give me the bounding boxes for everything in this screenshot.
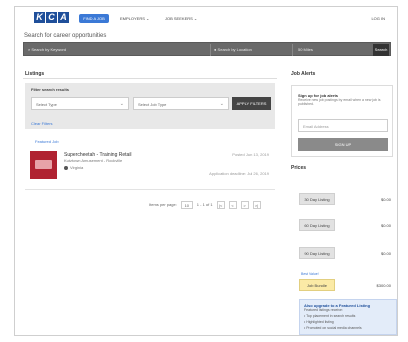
job-location-text: Virginia <box>70 165 84 170</box>
type-select-value: Select Type <box>36 102 57 107</box>
search-icon: ⌕ <box>28 47 31 52</box>
search-location-placeholder: Search by Location <box>217 47 252 52</box>
company-logo <box>30 151 57 179</box>
nav-find-job[interactable]: FIND A JOB <box>79 14 109 23</box>
price-option-button-highlighted[interactable]: Job Bundle <box>299 279 335 291</box>
page-frame: K C A FIND A JOB EMPLOYERS ⌄ JOB SEEKERS… <box>14 6 398 336</box>
price-option-button[interactable]: 60 Day Listing <box>299 219 335 231</box>
search-title: Search for career opportunities <box>24 33 107 39</box>
pagination: Items per page: 10 1 - 1 of 1 |< < > >| <box>149 200 265 209</box>
last-page-button[interactable]: >| <box>252 200 261 209</box>
search-location-field[interactable]: ● Search by Location <box>214 47 252 52</box>
price-option-button[interactable]: 30 Day Listing <box>299 193 335 205</box>
sign-up-button[interactable]: SIGN UP <box>298 138 388 151</box>
search-keyword-field[interactable]: ⌕ Search by Keyword <box>28 47 66 52</box>
type-select[interactable]: Select Type ⌄ <box>31 97 129 110</box>
job-date: Posted Jun 13, 2019 <box>232 152 269 157</box>
per-page-label: Items per page: <box>149 202 177 207</box>
upgrade-item: • Promoted on social media channels <box>304 326 362 330</box>
upgrade-item-text: Top placement in search results <box>306 314 356 318</box>
email-field[interactable]: Email Address <box>298 119 388 132</box>
nav-employers[interactable]: EMPLOYERS ⌄ <box>120 16 149 21</box>
first-page-button[interactable]: |< <box>216 200 225 209</box>
nav-job-seekers[interactable]: JOB SEEKERS ⌄ <box>165 16 197 21</box>
search-divider <box>210 44 211 56</box>
location-pin-icon: ● <box>214 47 217 52</box>
chevron-down-icon: ⌄ <box>119 101 124 107</box>
price-value: $0.00 <box>380 197 391 202</box>
logo-letter: K <box>34 12 45 23</box>
search-bar: ⌕ Search by Keyword ● Search by Location… <box>23 42 391 56</box>
price-row: 90 Day Listing $0.00 <box>299 247 395 259</box>
job-alerts-text: Receive new job postings by email when a… <box>298 98 381 106</box>
job-type-select[interactable]: Select Job Type ⌄ <box>133 97 229 110</box>
featured-job-link[interactable]: Featured Job <box>35 139 59 144</box>
job-type-select-value: Select Job Type <box>138 102 167 107</box>
location-pin-icon <box>64 166 68 170</box>
price-value: $300.00 <box>376 283 391 288</box>
chevron-down-icon: ⌄ <box>193 16 198 21</box>
nav-login[interactable]: LOG IN <box>371 16 385 21</box>
price-value: $0.00 <box>380 251 391 256</box>
search-distance-select[interactable]: 50 Miles <box>298 47 313 52</box>
prev-page-button[interactable]: < <box>228 200 237 209</box>
upgrade-item-text: Promoted on social media channels <box>306 326 362 330</box>
apply-filters-button[interactable]: APPLY FILTERS <box>232 97 271 110</box>
search-divider <box>292 44 293 56</box>
filter-title: Filter search results <box>31 87 70 92</box>
search-button[interactable]: Search <box>373 44 389 56</box>
logo-letter: C <box>46 12 57 23</box>
price-option-button[interactable]: 90 Day Listing <box>299 247 335 259</box>
kca-logo[interactable]: K C A <box>34 12 70 23</box>
job-listing-card[interactable]: Supercheetah - Training Retail Kutztown … <box>25 147 275 187</box>
job-location: Virginia <box>64 165 83 170</box>
job-alerts-box: Sign up for job alerts Receive new job p… <box>291 85 393 157</box>
price-row: Job Bundle $300.00 <box>299 279 395 291</box>
price-value: $0.00 <box>380 223 391 228</box>
logo-letter: A <box>58 12 69 23</box>
job-company: Kutztown Amusement - Rockville <box>64 158 123 163</box>
upgrade-item: • Top placement in search results <box>304 314 356 318</box>
upgrade-item-text: Highlighted listing <box>306 320 334 324</box>
divider <box>23 78 277 79</box>
prices-header: Prices <box>291 165 307 171</box>
price-row: 60 Day Listing $0.00 <box>299 219 395 231</box>
best-value-label: Best Value! <box>301 272 319 276</box>
listings-header: Listings <box>25 71 45 77</box>
upgrade-box: Also upgrade to a Featured Listing Featu… <box>299 299 397 335</box>
next-page-button[interactable]: > <box>240 200 249 209</box>
top-nav: K C A FIND A JOB EMPLOYERS ⌄ JOB SEEKERS… <box>15 7 397 29</box>
search-keyword-placeholder: Search by Keyword <box>31 47 67 52</box>
divider <box>25 189 275 190</box>
nav-job-seekers-label: JOB SEEKERS <box>165 16 193 21</box>
per-page-select[interactable]: 10 <box>180 200 193 209</box>
chevron-down-icon: ⌄ <box>219 101 224 107</box>
upgrade-subtitle: Featured listings receive: <box>304 308 343 312</box>
chevron-down-icon: ⌄ <box>146 16 150 21</box>
filter-box: Filter search results Select Type ⌄ Sele… <box>25 83 275 129</box>
clear-filters-link[interactable]: Clear Filters <box>31 121 53 126</box>
job-deadline: Application deadline: Jul 26, 2019 <box>209 171 269 176</box>
nav-employers-label: EMPLOYERS <box>120 16 145 21</box>
upgrade-item: • Highlighted listing <box>304 320 334 324</box>
page-range: 1 - 1 of 1 <box>196 202 213 207</box>
job-alerts-header: Job Alerts <box>291 71 316 77</box>
price-row: 30 Day Listing $0.00 <box>299 193 395 205</box>
